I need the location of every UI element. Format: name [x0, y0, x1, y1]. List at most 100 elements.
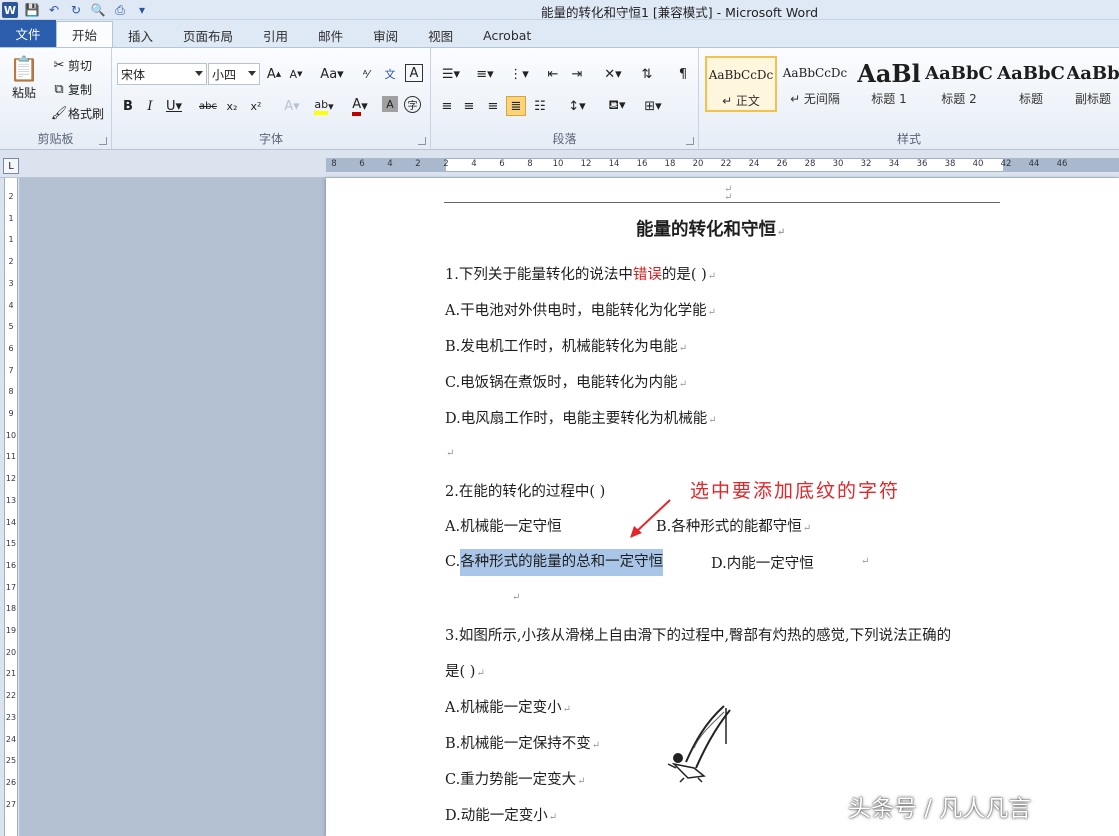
- q2-option-d[interactable]: D.内能一定守恒: [711, 552, 814, 573]
- shading-icon[interactable]: ⛾▾: [603, 96, 631, 116]
- paragraph-launcher-icon[interactable]: [686, 137, 694, 145]
- multilevel-list-icon[interactable]: ⋮▾: [505, 64, 533, 84]
- line-spacing-icon[interactable]: ↕▾: [563, 96, 591, 116]
- tab-selector-icon[interactable]: L: [3, 158, 19, 174]
- cut-button[interactable]: ✂ 剪切: [50, 56, 92, 74]
- paragraph-mark-icon: ↵: [861, 556, 870, 567]
- horizontal-ruler[interactable]: L 8 6 4 2 2 4 6 8 10 12 14 16 18 20 22 24 26 28 30 32 34 36 38…: [0, 150, 1119, 178]
- tab-references[interactable]: 引用: [248, 23, 303, 47]
- q3-option-c[interactable]: C.重力势能一定变大↵: [445, 768, 586, 789]
- text-effects-icon[interactable]: A▾: [278, 96, 306, 116]
- shrink-font-icon[interactable]: A ▼: [286, 64, 306, 84]
- font-name-combo[interactable]: 宋体: [117, 63, 207, 85]
- tab-insert[interactable]: 插入: [113, 23, 168, 47]
- format-painter-button[interactable]: 🖌 格式刷: [50, 104, 104, 122]
- borders-icon[interactable]: ⊞▾: [639, 96, 667, 116]
- decrease-indent-icon[interactable]: ⇤: [543, 64, 563, 84]
- tab-file[interactable]: 文件: [0, 20, 56, 47]
- q3-option-d[interactable]: D.动能一定变小↵: [445, 804, 557, 825]
- copy-button[interactable]: ⧉ 复制: [50, 80, 92, 98]
- italic-icon[interactable]: I: [140, 96, 160, 116]
- tab-view[interactable]: 视图: [413, 23, 468, 47]
- document-title[interactable]: 能量的转化和守恒↵: [636, 216, 785, 241]
- question-2-stem[interactable]: 2.在能的转化的过程中( ): [445, 480, 605, 501]
- q1-option-b[interactable]: B.发电机工作时，机械能转化为电能↵: [445, 335, 687, 356]
- style-heading-1[interactable]: AaBl 标题 1: [853, 56, 925, 112]
- sort-icon[interactable]: ⇅: [637, 64, 657, 84]
- style-subtitle[interactable]: AaBb 副标题: [1067, 56, 1119, 112]
- numbering-icon[interactable]: ≡▾: [471, 64, 499, 84]
- bullets-icon[interactable]: ☰▾: [437, 64, 465, 84]
- clipboard-launcher-icon[interactable]: [99, 137, 107, 145]
- increase-indent-icon[interactable]: ⇥: [567, 64, 587, 84]
- q3-option-a[interactable]: A.机械能一定变小↵: [445, 696, 571, 717]
- selected-text[interactable]: 各种形式的能量的总和一定守恒: [460, 549, 664, 576]
- tab-page-layout[interactable]: 页面布局: [168, 23, 248, 47]
- q2-option-a[interactable]: A.机械能一定守恒: [445, 515, 562, 536]
- question-1-stem[interactable]: 1.下列关于能量转化的说法中错误的是( )↵: [445, 263, 716, 284]
- ruler-tick-label: 18: [664, 159, 676, 169]
- q1-option-c[interactable]: C.电饭锅在煮饭时，电能转化为内能↵: [445, 371, 687, 392]
- paragraph-mark-icon: ↵: [548, 812, 558, 823]
- ribbon-tabs: 文件 开始 插入 页面布局 引用 邮件 审阅 视图 Acrobat: [0, 20, 1119, 47]
- tab-review[interactable]: 审阅: [358, 23, 413, 47]
- annotation-arrow-icon: [630, 499, 671, 538]
- style-normal[interactable]: AaBbCcDc ↵ 正文: [705, 56, 777, 112]
- document-page[interactable]: ↵ ↵ 能量的转化和守恒↵ 1.下列关于能量转化的说法中错误的是( )↵ A.干…: [326, 178, 1119, 836]
- paragraph-mark-icon: ↵: [777, 227, 786, 238]
- child-on-slide-illustration: [667, 705, 731, 783]
- strikethrough-icon[interactable]: abc: [198, 96, 218, 116]
- style-title[interactable]: AaBbC 标题: [995, 56, 1067, 112]
- watermark: 头条号 / 凡人凡言: [848, 796, 1032, 822]
- question-3-stem[interactable]: 3.如图所示,小孩从滑梯上自由滑下的过程中,臀部有灼热的感觉,下列说法正确的: [445, 624, 951, 645]
- align-center-icon[interactable]: ≡: [459, 96, 479, 116]
- character-shading-icon[interactable]: A: [382, 96, 398, 112]
- ruler-tick-label: 4: [387, 159, 393, 169]
- align-right-icon[interactable]: ≡: [483, 96, 503, 116]
- enclose-characters-icon[interactable]: 字: [404, 96, 421, 113]
- vertical-ruler-tick-label: 12: [5, 474, 17, 484]
- copy-icon: ⧉: [54, 81, 64, 97]
- ruler-tick-label: 4: [471, 159, 477, 169]
- grow-font-icon[interactable]: A ▲: [264, 64, 284, 84]
- change-case-icon[interactable]: Aa▾: [318, 64, 346, 84]
- font-color-icon[interactable]: A ▾: [346, 96, 374, 116]
- bold-icon[interactable]: B: [118, 96, 138, 116]
- character-border-icon[interactable]: A: [405, 64, 423, 82]
- show-marks-icon[interactable]: ¶: [673, 64, 693, 84]
- style-sample: AaBl: [857, 58, 921, 88]
- tab-home[interactable]: 开始: [56, 21, 114, 47]
- underline-icon[interactable]: U▾: [164, 96, 184, 116]
- ruler-tick-label: 6: [499, 159, 505, 169]
- format-painter-label: 格式刷: [68, 106, 105, 121]
- style-sample: AaBbCcDc: [708, 68, 774, 82]
- style-heading-2[interactable]: AaBbC 标题 2: [923, 56, 995, 112]
- question-3-stem-cont[interactable]: 是( )↵: [445, 660, 485, 681]
- vertical-ruler-tick-label: 4: [8, 300, 14, 310]
- ruler-tick-label: 8: [331, 159, 337, 169]
- font-launcher-icon[interactable]: [418, 137, 426, 145]
- q3-option-b[interactable]: B.机械能一定保持不变↵: [445, 732, 600, 753]
- subscript-icon[interactable]: x₂: [222, 96, 242, 116]
- vertical-ruler-tick-label: 5: [8, 322, 14, 332]
- chinese-layout-icon[interactable]: ✕▾: [599, 64, 627, 84]
- paste-icon: 📋: [9, 55, 39, 83]
- highlight-color-icon[interactable]: ab ▾: [308, 96, 340, 116]
- superscript-icon[interactable]: x²: [246, 96, 266, 116]
- tab-mailings[interactable]: 邮件: [303, 23, 358, 47]
- styles-group-label: 样式: [896, 132, 921, 146]
- style-no-spacing[interactable]: AaBbCcDc ↵ 无间隔: [779, 56, 851, 112]
- q1-option-d[interactable]: D.电风扇工作时，电能主要转化为机械能↵: [445, 407, 717, 428]
- vertical-ruler[interactable]: 2 1 1 2 3 4 5 6 7 8 9 10 11 12 13 14 15 16 17 18 19 20 21 22 23 2…: [0, 178, 20, 836]
- paste-button[interactable]: 📋 粘贴: [6, 54, 42, 101]
- q2-option-b[interactable]: B.各种形式的能都守恒↵: [656, 515, 811, 536]
- distributed-icon[interactable]: ☷: [530, 96, 550, 116]
- align-left-icon[interactable]: ≡: [437, 96, 457, 116]
- clear-formatting-icon[interactable]: ᴬ⁄: [356, 64, 376, 84]
- tab-acrobat[interactable]: Acrobat: [468, 23, 546, 47]
- font-size-combo[interactable]: 小四: [208, 63, 260, 85]
- justify-icon[interactable]: ≣: [506, 96, 526, 116]
- q1-option-a[interactable]: A.干电池对外供电时，电能转化为化学能↵: [445, 299, 716, 320]
- phonetic-guide-icon[interactable]: 文: [380, 64, 400, 84]
- q2-option-c[interactable]: C.各种形式的能量的总和一定守恒: [445, 549, 664, 576]
